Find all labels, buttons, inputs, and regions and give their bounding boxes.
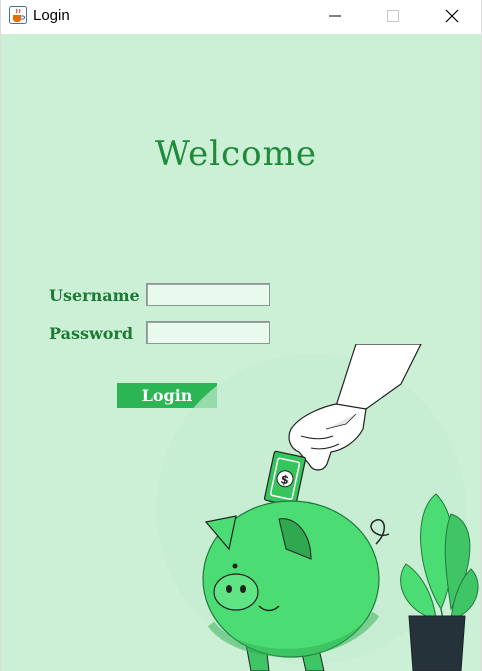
login-window: Login Welcome Username Password Login $ — [0, 0, 482, 671]
minimize-icon — [329, 15, 341, 17]
title-bar[interactable]: Login — [1, 0, 481, 32]
close-icon — [445, 9, 459, 23]
password-field[interactable] — [146, 321, 270, 344]
maximize-icon — [387, 10, 399, 22]
minimize-button[interactable] — [312, 0, 358, 32]
piggy-bank-savings-illustration: $ — [156, 344, 479, 671]
close-button[interactable] — [429, 0, 475, 32]
password-label: Password — [49, 324, 134, 343]
username-label: Username — [49, 286, 140, 305]
java-cup-icon — [9, 6, 27, 24]
window-title: Login — [33, 7, 70, 24]
username-field[interactable] — [146, 283, 270, 306]
maximize-button[interactable] — [370, 0, 416, 32]
login-panel: Welcome Username Password Login $ — [1, 34, 481, 671]
welcome-heading: Welcome — [154, 134, 318, 174]
